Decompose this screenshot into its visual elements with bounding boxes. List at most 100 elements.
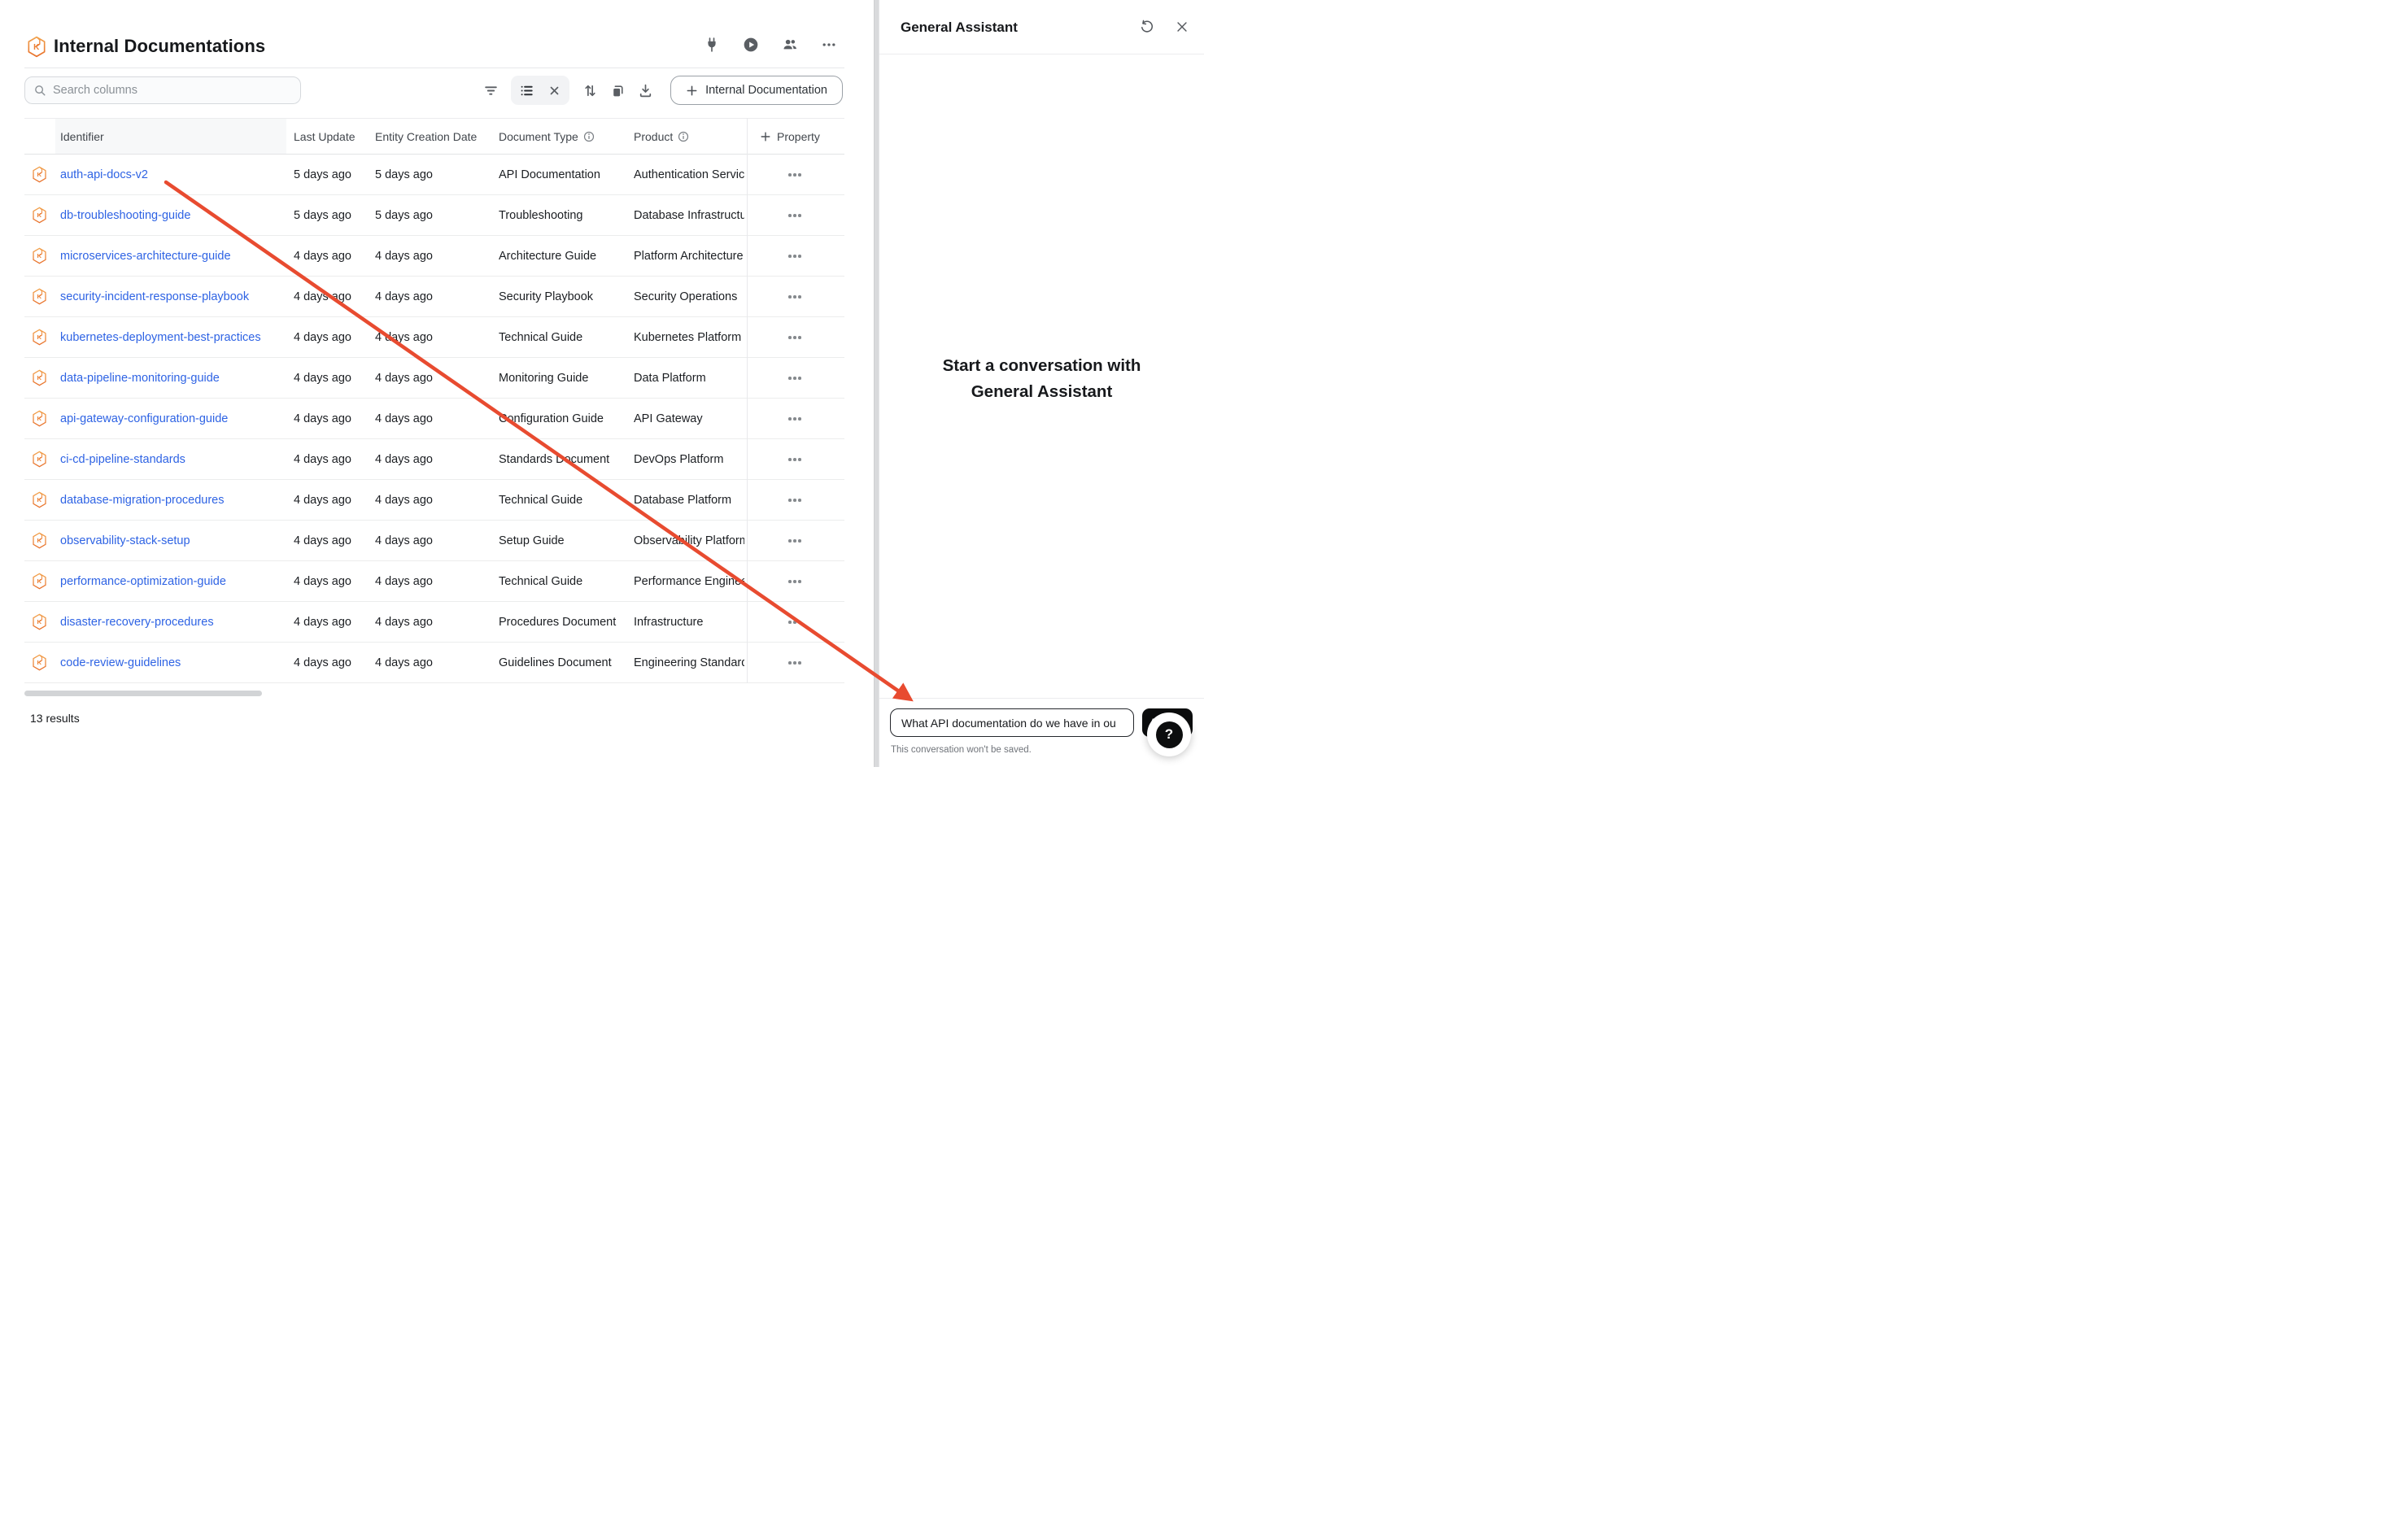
asset-hexagon-icon [33, 521, 46, 560]
results-count: 13 results [30, 712, 80, 725]
row-identifier-link[interactable]: auth-api-docs-v2 [60, 168, 148, 181]
table-header: Identifier Last Update Entity Creation D… [24, 118, 844, 155]
play-circle-icon[interactable] [742, 36, 760, 54]
column-header-entity-creation-date[interactable]: Entity Creation Date [375, 119, 477, 154]
row-entity-creation-date: 4 days ago [375, 399, 433, 438]
empty-state-line2: General Assistant [879, 379, 1204, 405]
row-actions-button[interactable] [782, 287, 808, 307]
table-row: security-incident-response-playbook 4 da… [24, 277, 844, 317]
row-actions-button[interactable] [782, 165, 808, 185]
row-product: Security Operations [634, 277, 744, 316]
header-actions [703, 36, 838, 54]
asset-hexagon-icon [33, 358, 46, 398]
column-header-product[interactable]: Product [634, 119, 689, 154]
toolbar-actions: Internal Documentation [477, 75, 843, 106]
asset-hexagon-icon [33, 643, 46, 682]
row-last-update: 4 days ago [294, 439, 351, 479]
assistant-chat-input[interactable] [890, 708, 1134, 737]
row-actions-button[interactable] [782, 246, 808, 266]
assistant-panel-header: General Assistant [879, 0, 1204, 54]
assistant-input-divider [879, 698, 1204, 699]
table-row: database-migration-procedures 4 days ago… [24, 480, 844, 521]
help-widget[interactable]: ? [1147, 713, 1191, 756]
table-row: observability-stack-setup 4 days ago 4 d… [24, 521, 844, 561]
row-identifier-link[interactable]: database-migration-procedures [60, 494, 225, 507]
row-actions-button[interactable] [782, 206, 808, 225]
row-actions-button[interactable] [782, 490, 808, 510]
row-document-type: Troubleshooting [499, 195, 582, 235]
row-identifier-link[interactable]: ci-cd-pipeline-standards [60, 453, 185, 466]
column-header-document-type[interactable]: Document Type [499, 119, 595, 154]
close-icon[interactable] [1173, 18, 1191, 36]
row-actions-button[interactable] [782, 653, 808, 673]
add-internal-documentation-button[interactable]: Internal Documentation [670, 76, 843, 105]
row-entity-creation-date: 4 days ago [375, 317, 433, 357]
asset-hexagon-icon [33, 480, 46, 520]
row-actions-button[interactable] [782, 328, 808, 347]
app-window: Internal Documentations [0, 0, 1204, 767]
asset-hexagon-icon [33, 236, 46, 276]
copy-icon[interactable] [604, 76, 631, 104]
assistant-header-icons [1137, 18, 1191, 36]
row-document-type: Standards Document [499, 439, 609, 479]
pane-resizer[interactable] [874, 0, 879, 767]
row-product: Infrastructure [634, 602, 744, 642]
row-document-type: API Documentation [499, 155, 600, 194]
table-row: ci-cd-pipeline-standards 4 days ago 4 da… [24, 439, 844, 480]
plug-icon[interactable] [703, 36, 721, 54]
horizontal-scrollbar[interactable] [24, 691, 262, 696]
row-entity-creation-date: 5 days ago [375, 155, 433, 194]
row-actions-button[interactable] [782, 409, 808, 429]
more-menu-icon[interactable] [820, 36, 838, 54]
row-actions-button[interactable] [782, 450, 808, 469]
table-row: kubernetes-deployment-best-practices 4 d… [24, 317, 844, 358]
restore-icon[interactable] [1137, 18, 1155, 36]
clear-view-icon[interactable] [540, 76, 568, 104]
row-identifier-link[interactable]: kubernetes-deployment-best-practices [60, 331, 261, 344]
row-actions-button[interactable] [782, 368, 808, 388]
main-content: Internal Documentations [0, 0, 875, 767]
row-identifier-link[interactable]: data-pipeline-monitoring-guide [60, 372, 220, 385]
row-document-type: Architecture Guide [499, 236, 596, 276]
search-box[interactable] [24, 76, 301, 104]
table-row: disaster-recovery-procedures 4 days ago … [24, 602, 844, 643]
row-last-update: 4 days ago [294, 236, 351, 276]
page-title: Internal Documentations [54, 36, 265, 57]
row-last-update: 4 days ago [294, 480, 351, 520]
row-identifier-link[interactable]: disaster-recovery-procedures [60, 616, 214, 629]
row-document-type: Technical Guide [499, 480, 582, 520]
row-entity-creation-date: 4 days ago [375, 236, 433, 276]
plus-icon [760, 131, 771, 142]
list-view-icon[interactable] [513, 76, 540, 104]
row-identifier-link[interactable]: security-incident-response-playbook [60, 290, 249, 303]
row-document-type: Monitoring Guide [499, 358, 588, 398]
row-product: API Gateway [634, 399, 744, 438]
table-row: performance-optimization-guide 4 days ag… [24, 561, 844, 602]
row-identifier-link[interactable]: performance-optimization-guide [60, 575, 226, 588]
row-identifier-link[interactable]: api-gateway-configuration-guide [60, 412, 228, 425]
column-header-identifier[interactable]: Identifier [60, 119, 104, 154]
asset-type-icon [28, 36, 46, 58]
row-actions-button[interactable] [782, 612, 808, 632]
row-actions-button[interactable] [782, 572, 808, 591]
add-property-label: Property [777, 130, 820, 143]
column-header-last-update[interactable]: Last Update [294, 119, 356, 154]
download-icon[interactable] [631, 76, 659, 104]
row-last-update: 4 days ago [294, 561, 351, 601]
row-product: Performance Engineering [634, 561, 744, 601]
row-product: Platform Architecture [634, 236, 744, 276]
asset-hexagon-icon [33, 399, 46, 438]
row-identifier-link[interactable]: db-troubleshooting-guide [60, 209, 190, 222]
search-input[interactable] [53, 84, 292, 97]
people-icon[interactable] [781, 36, 799, 54]
row-last-update: 4 days ago [294, 358, 351, 398]
filter-icon[interactable] [477, 76, 504, 104]
row-identifier-link[interactable]: microservices-architecture-guide [60, 250, 231, 263]
row-identifier-link[interactable]: observability-stack-setup [60, 534, 190, 547]
add-property-button[interactable]: Property [760, 119, 820, 154]
row-actions-button[interactable] [782, 531, 808, 551]
sort-icon[interactable] [576, 76, 604, 104]
row-identifier-link[interactable]: code-review-guidelines [60, 656, 181, 669]
row-product: Data Platform [634, 358, 744, 398]
row-last-update: 5 days ago [294, 195, 351, 235]
